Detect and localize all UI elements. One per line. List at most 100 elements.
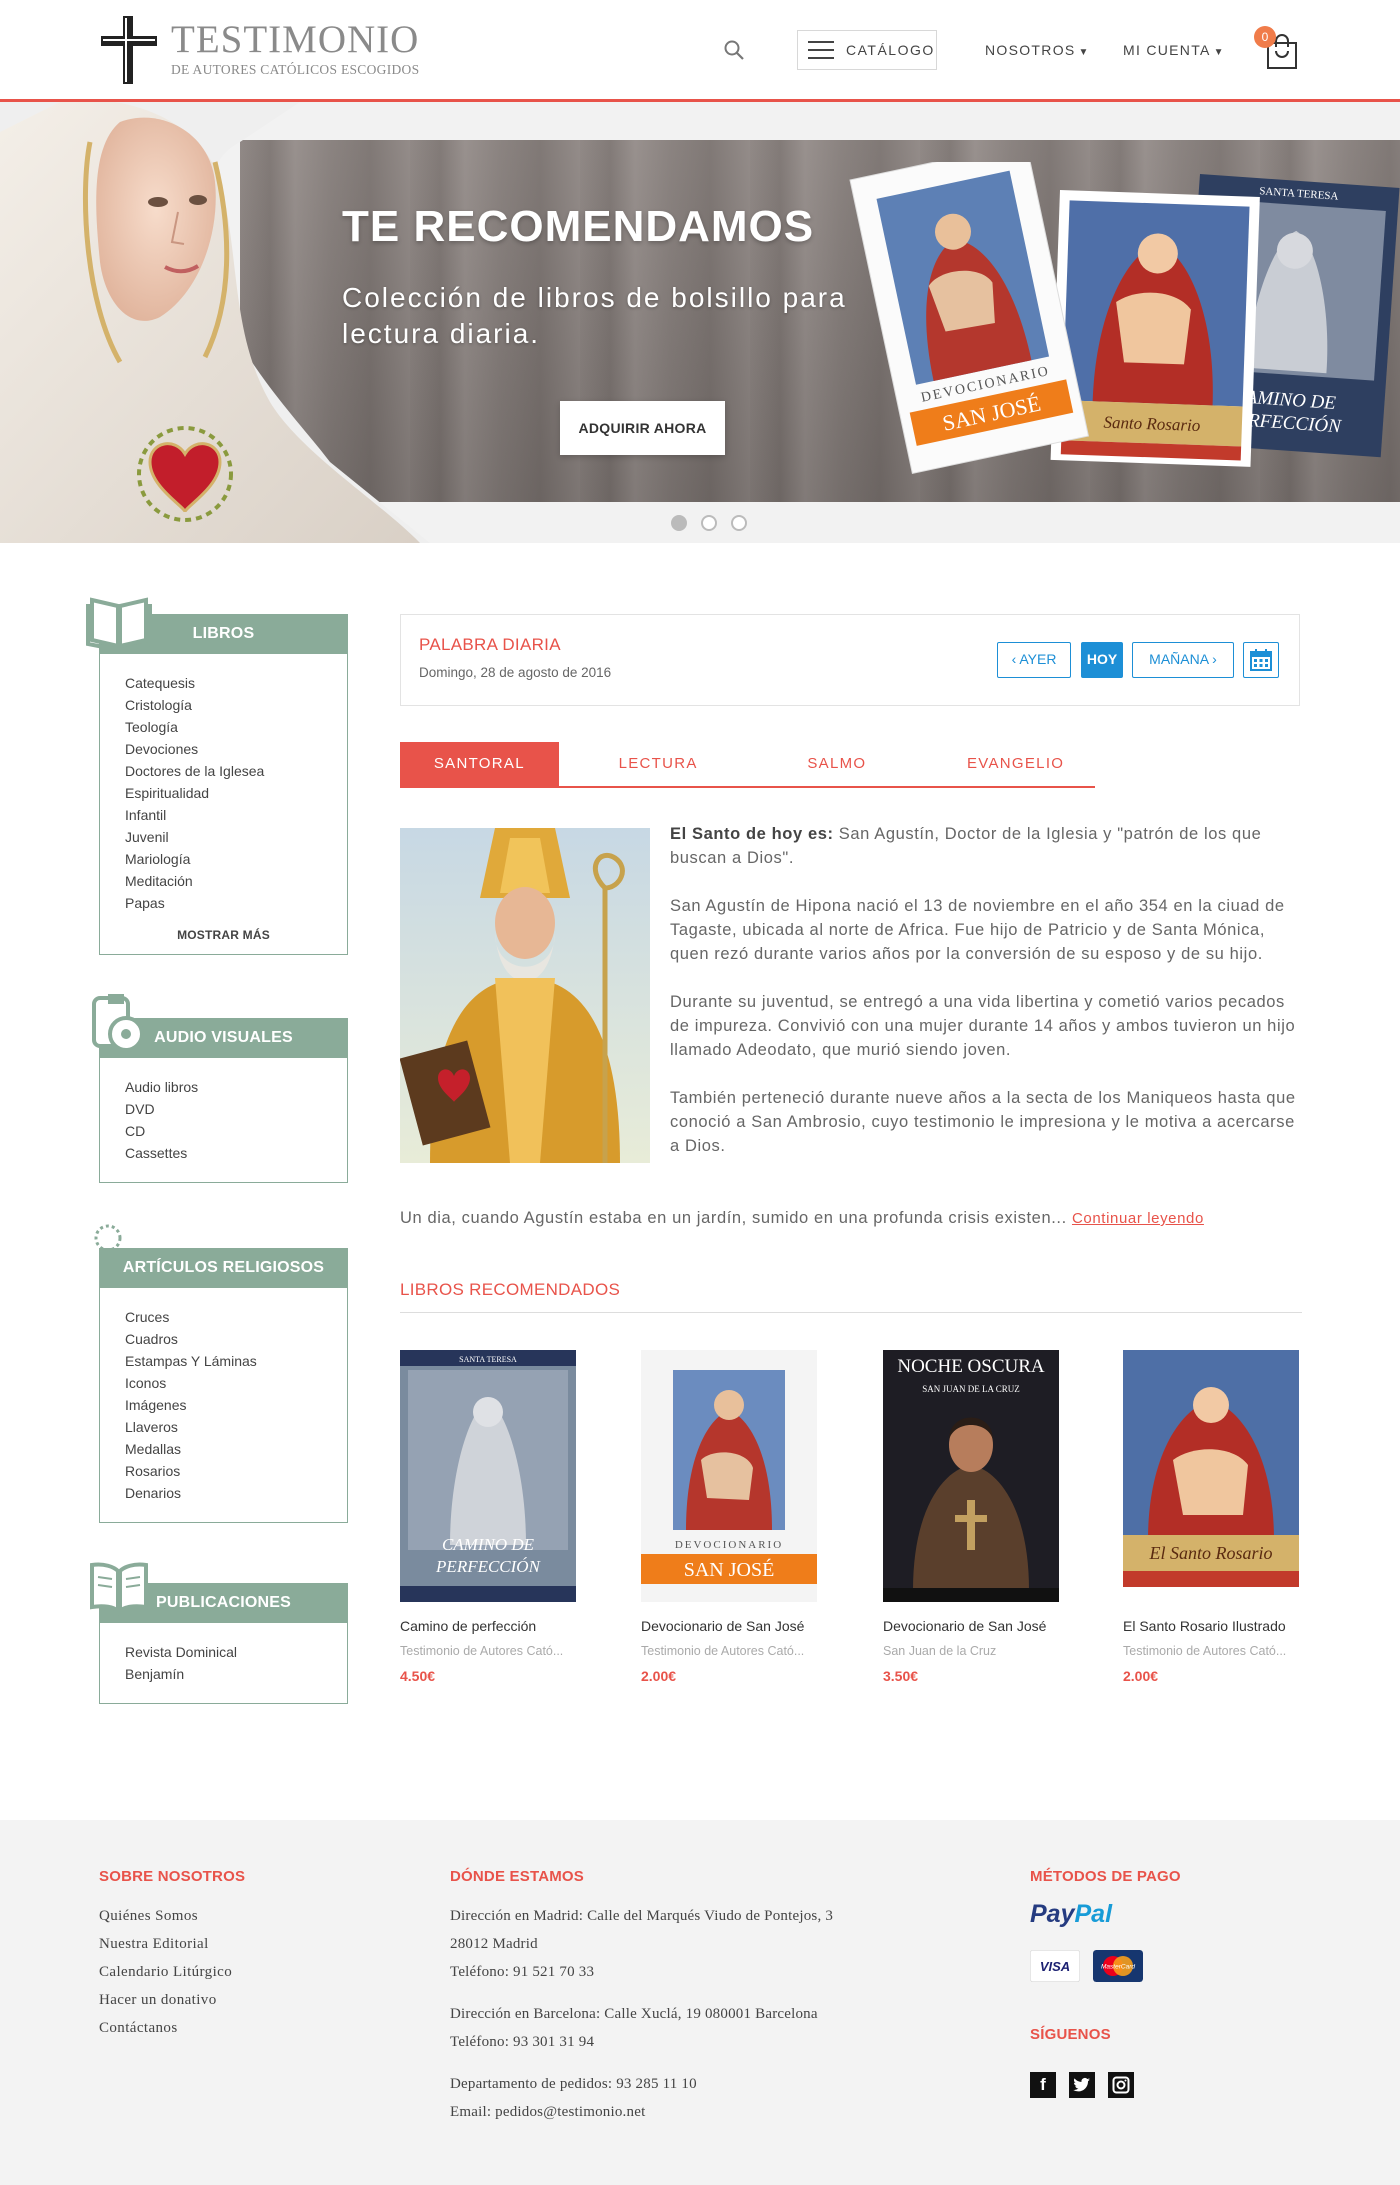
- product-card[interactable]: NOCHE OSCURA SAN JUAN DE LA CRUZ Devocio…: [883, 1350, 1083, 1684]
- sidebar-item-llaveros[interactable]: Llaveros: [125, 1416, 347, 1438]
- sidebar-item-infantil[interactable]: Infantil: [125, 804, 347, 826]
- sidebar-item-medallas[interactable]: Medallas: [125, 1438, 347, 1460]
- tab-salmo[interactable]: SALMO: [758, 742, 917, 786]
- site-logo[interactable]: TESTIMONIO DE AUTORES CATÓLICOS ESCOGIDO…: [99, 14, 419, 86]
- sidebar-libros-title: LIBROS: [192, 625, 255, 642]
- book-cover-image[interactable]: DEVOCIONARIO SAN JOSÉ: [641, 1350, 817, 1602]
- hoy-button[interactable]: HOY: [1081, 642, 1123, 678]
- catalog-button[interactable]: CATÁLOGO: [797, 30, 937, 70]
- product-name[interactable]: Devocionario de San José: [641, 1618, 841, 1634]
- tab-lectura[interactable]: LECTURA: [579, 742, 738, 786]
- show-more-button[interactable]: MOSTRAR MÁS: [100, 914, 347, 954]
- cover-title-text: SAN JOSÉ: [684, 1558, 775, 1581]
- sidebar-libros-header: LIBROS: [86, 597, 347, 654]
- product-name[interactable]: El Santo Rosario Ilustrado: [1123, 1618, 1323, 1634]
- sidebar-item-benjamin[interactable]: Benjamín: [125, 1663, 347, 1685]
- facebook-icon[interactable]: f: [1030, 2072, 1056, 2098]
- product-card[interactable]: DEVOCIONARIO SAN JOSÉ Devocionario de Sa…: [641, 1350, 841, 1684]
- hero-subtitle: Colección de libros de bolsillo para lec…: [342, 282, 847, 349]
- hero-dot-2[interactable]: [701, 515, 717, 531]
- mastercard-icon: MasterCard: [1093, 1950, 1143, 1982]
- palabra-diaria-date: Domingo, 28 de agosto de 2016: [419, 665, 612, 680]
- san-agustin-image: [400, 828, 650, 1163]
- ayer-button[interactable]: ‹ AYER: [997, 642, 1071, 678]
- product-author: Testimonio de Autores Cató...: [400, 1644, 564, 1658]
- manana-button[interactable]: MAÑANA ›: [1132, 642, 1234, 678]
- product-name[interactable]: Camino de perfección: [400, 1618, 600, 1634]
- tab-santoral[interactable]: SANTORAL: [400, 742, 559, 786]
- sidebar-item-estampas[interactable]: Estampas Y Láminas: [125, 1350, 347, 1372]
- sidebar-item-meditacion[interactable]: Meditación: [125, 870, 347, 892]
- book-cover-image[interactable]: El Santo Rosario: [1123, 1350, 1299, 1602]
- sidebar-item-devociones[interactable]: Devociones: [125, 738, 347, 760]
- article-paragraph: Durante su juventud, se entregó a una vi…: [670, 993, 1296, 1059]
- barcelona-phone: 93 301 31 94: [509, 2034, 595, 2050]
- email-label: Email:: [450, 2104, 492, 2120]
- logo-title: TESTIMONIO: [171, 18, 420, 61]
- sidebar-item-cruces[interactable]: Cruces: [125, 1306, 347, 1328]
- phone-label: Teléfono:: [450, 1964, 510, 1980]
- product-card[interactable]: El Santo Rosario El Santo Rosario Ilustr…: [1123, 1350, 1323, 1684]
- book-cover-image[interactable]: NOCHE OSCURA SAN JUAN DE LA CRUZ: [883, 1350, 1059, 1602]
- menu-icon: [808, 41, 834, 59]
- product-price: 4.50€: [400, 1668, 436, 1684]
- sidebar-item-mariologia[interactable]: Mariología: [125, 848, 347, 870]
- sidebar-item-imagenes[interactable]: Imágenes: [125, 1394, 347, 1416]
- continue-reading-link[interactable]: Continuar leyendo: [1072, 1210, 1204, 1227]
- search-icon[interactable]: [722, 38, 746, 62]
- nav-mi-cuenta[interactable]: MI CUENTA ▼: [1123, 42, 1225, 58]
- logo-subtitle: DE AUTORES CATÓLICOS ESCOGIDOS: [171, 62, 420, 77]
- sidebar-item-revista-dominical[interactable]: Revista Dominical: [125, 1641, 347, 1663]
- product-price: 3.50€: [883, 1668, 919, 1684]
- calendar-button[interactable]: [1243, 642, 1279, 678]
- svg-text:PERFECCIÓN: PERFECCIÓN: [435, 1557, 542, 1576]
- footer-link-editorial[interactable]: Nuestra Editorial: [99, 1930, 232, 1958]
- madrid-phone: 91 521 70 33: [509, 1964, 595, 1980]
- footer-link-donativo[interactable]: Hacer un donativo: [99, 1986, 232, 2014]
- product-author: Testimonio de Autores Cató...: [641, 1644, 805, 1658]
- footer-link-calendario[interactable]: Calendario Litúrgico: [99, 1958, 232, 1986]
- sidebar-item-iconos[interactable]: Iconos: [125, 1372, 347, 1394]
- sidebar-item-catequesis[interactable]: Catequesis: [125, 672, 347, 694]
- article-paragraph: También perteneció durante nueve años a …: [670, 1089, 1296, 1155]
- nav-nosotros[interactable]: NOSOTROS ▼: [985, 42, 1090, 58]
- footer-sobre-title: SOBRE NOSOTROS: [99, 1868, 246, 1885]
- hero-buy-button[interactable]: ADQUIRIR AHORA: [560, 401, 725, 455]
- hero-dot-3[interactable]: [731, 515, 747, 531]
- sidebar-item-dvd[interactable]: DVD: [125, 1098, 347, 1120]
- sidebar-item-papas[interactable]: Papas: [125, 892, 347, 914]
- sidebar-item-cristologia[interactable]: Cristología: [125, 694, 347, 716]
- cover-title-text: SAN JUAN DE LA CRUZ: [922, 1384, 1020, 1394]
- chevron-right-icon: ›: [1208, 651, 1217, 667]
- caret-down-icon: ▼: [1078, 47, 1090, 58]
- product-name[interactable]: Devocionario de San José: [883, 1618, 1083, 1634]
- hero-books-image: SANTA TERESA CAMINO DE PERFECCIÓN Santo …: [849, 162, 1400, 475]
- hero-title: TE RECOMENDAMOS: [342, 202, 815, 251]
- sidebar-item-audio-libros[interactable]: Audio libros: [125, 1076, 347, 1098]
- instagram-icon[interactable]: [1108, 2072, 1134, 2098]
- sidebar-item-denarios[interactable]: Denarios: [125, 1482, 347, 1504]
- caret-down-icon: ▼: [1213, 47, 1225, 58]
- footer-link-contactanos[interactable]: Contáctanos: [99, 2014, 232, 2042]
- sidebar-item-juvenil[interactable]: Juvenil: [125, 826, 347, 848]
- sidebar-item-rosarios[interactable]: Rosarios: [125, 1460, 347, 1482]
- hero-dot-1[interactable]: [671, 515, 687, 531]
- product-card[interactable]: SANTA TERESA CAMINO DE PERFECCIÓN Camino…: [400, 1350, 600, 1684]
- footer-email[interactable]: pedidos@testimonio.net: [491, 2104, 645, 2120]
- palabra-diaria-title: PALABRA DIARIA: [419, 635, 561, 654]
- hero-slider: TE RECOMENDAMOS Colección de libros de b…: [0, 102, 1400, 543]
- footer-link-quienes-somos[interactable]: Quiénes Somos: [99, 1902, 232, 1930]
- santoral-article: El Santo de hoy es: San Agustín, Doctor …: [670, 822, 1302, 1182]
- sidebar-item-cassettes[interactable]: Cassettes: [125, 1142, 347, 1164]
- sidebar-item-doctores[interactable]: Doctores de la Iglesea: [125, 760, 347, 782]
- book-cover-image[interactable]: SANTA TERESA CAMINO DE PERFECCIÓN: [400, 1350, 576, 1602]
- paypal-logo: PayPal: [1030, 1900, 1112, 1929]
- sidebar-item-espiritualidad[interactable]: Espiritualidad: [125, 782, 347, 804]
- sidebar-item-teologia[interactable]: Teología: [125, 716, 347, 738]
- sidebar-item-cuadros[interactable]: Cuadros: [125, 1328, 347, 1350]
- facebook-label: f: [1040, 2075, 1046, 2094]
- twitter-icon[interactable]: [1069, 2072, 1095, 2098]
- tab-evangelio[interactable]: EVANGELIO: [936, 742, 1095, 786]
- sidebar-item-cd[interactable]: CD: [125, 1120, 347, 1142]
- paypal-logo-part: Pal: [1074, 1900, 1113, 1928]
